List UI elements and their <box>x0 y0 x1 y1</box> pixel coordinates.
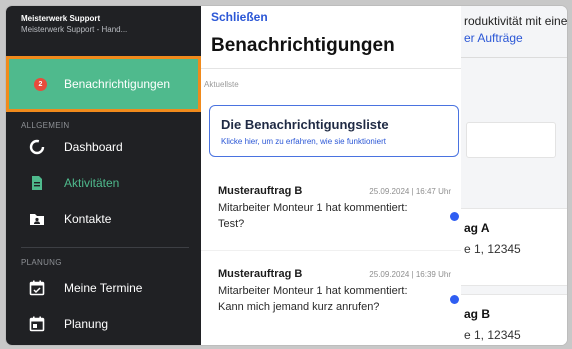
notification-title: Musterauftrag B <box>218 268 303 280</box>
sidebar-item-label: Kontakte <box>64 212 112 226</box>
notification-count-badge: 2 <box>34 78 47 91</box>
notification-divider <box>201 250 461 251</box>
background-order-title: ag B <box>464 307 491 321</box>
background-intro-text: roduktivität mit eine <box>464 14 568 28</box>
notification-timestamp: 25.09.2024 | 16:47 Uhr <box>369 187 451 196</box>
dashboard-ring-icon <box>29 139 45 155</box>
sidebar-item-label: Benachrichtigungen <box>64 77 171 91</box>
document-icon <box>29 175 45 191</box>
background-order-card[interactable]: ag B e 1, 12345 <box>461 294 567 345</box>
background-order-address: e 1, 12345 <box>464 242 521 256</box>
sidebar-item-label: Meine Termine <box>64 281 143 295</box>
section-label-planung: PLANUNG <box>21 258 62 267</box>
background-search-field[interactable] <box>466 122 556 158</box>
unread-dot-icon <box>450 295 459 304</box>
sidebar-item-dashboard[interactable]: Dashboard <box>21 136 191 160</box>
sidebar-item-label: Planung <box>64 317 109 331</box>
section-label-allgemein: ALLGEMEIN <box>21 121 70 130</box>
sidebar-divider <box>21 247 189 248</box>
info-card-title: Die Benachrichtigungsliste <box>221 117 389 132</box>
background-orders-link[interactable]: er Aufträge <box>464 31 523 45</box>
notification-item[interactable]: Musterauftrag B 25.09.2024 | 16:39 Uhr M… <box>201 268 461 338</box>
background-order-address: e 1, 12345 <box>464 328 521 342</box>
sidebar-item-planung[interactable]: Planung <box>21 313 191 337</box>
background-divider <box>461 57 567 58</box>
notification-item[interactable]: Musterauftrag B 25.09.2024 | 16:47 Uhr M… <box>201 185 461 255</box>
page-title: Benachrichtigungen <box>211 35 395 56</box>
notification-title: Musterauftrag B <box>218 185 303 197</box>
panel-divider <box>201 68 461 69</box>
background-order-title: ag A <box>464 221 490 235</box>
notifications-panel: Schließen Benachrichtigungen Aktuellste … <box>201 6 461 345</box>
app-subtitle: Meisterwerk Support - Hand... <box>21 25 128 34</box>
app-title: Meisterwerk Support <box>21 14 101 23</box>
sidebar-item-kontakte[interactable]: Kontakte <box>21 208 191 232</box>
unread-dot-icon <box>450 212 459 221</box>
notification-list-info-card[interactable]: Die Benachrichtigungsliste Klicke hier, … <box>209 105 459 157</box>
notification-body: Mitarbeiter Monteur 1 hat kommentiert: T… <box>218 202 408 230</box>
contacts-folder-icon <box>29 211 45 227</box>
sidebar-item-benachrichtigungen[interactable]: 2 Benachrichtigungen <box>6 56 201 112</box>
notification-body: Mitarbeiter Monteur 1 hat kommentiert: K… <box>218 285 408 313</box>
notification-timestamp: 25.09.2024 | 16:39 Uhr <box>369 270 451 279</box>
sidebar: Meisterwerk Support Meisterwerk Support … <box>6 6 201 345</box>
sidebar-item-label: Aktivitäten <box>64 176 120 190</box>
recent-section-label: Aktuellste <box>204 80 239 89</box>
sidebar-item-aktivitaeten[interactable]: Aktivitäten <box>21 172 191 196</box>
sidebar-item-label: Dashboard <box>64 140 123 154</box>
close-button[interactable]: Schließen <box>211 10 268 24</box>
sidebar-item-meine-termine[interactable]: Meine Termine <box>21 277 191 301</box>
app-window: roduktivität mit eine er Aufträge ag A e… <box>5 5 568 346</box>
calendar-icon <box>29 316 45 332</box>
calendar-check-icon <box>29 280 45 296</box>
background-order-card[interactable]: ag A e 1, 12345 <box>461 208 567 286</box>
info-card-link[interactable]: Klicke hier, um zu erfahren, wie sie fun… <box>221 137 386 146</box>
